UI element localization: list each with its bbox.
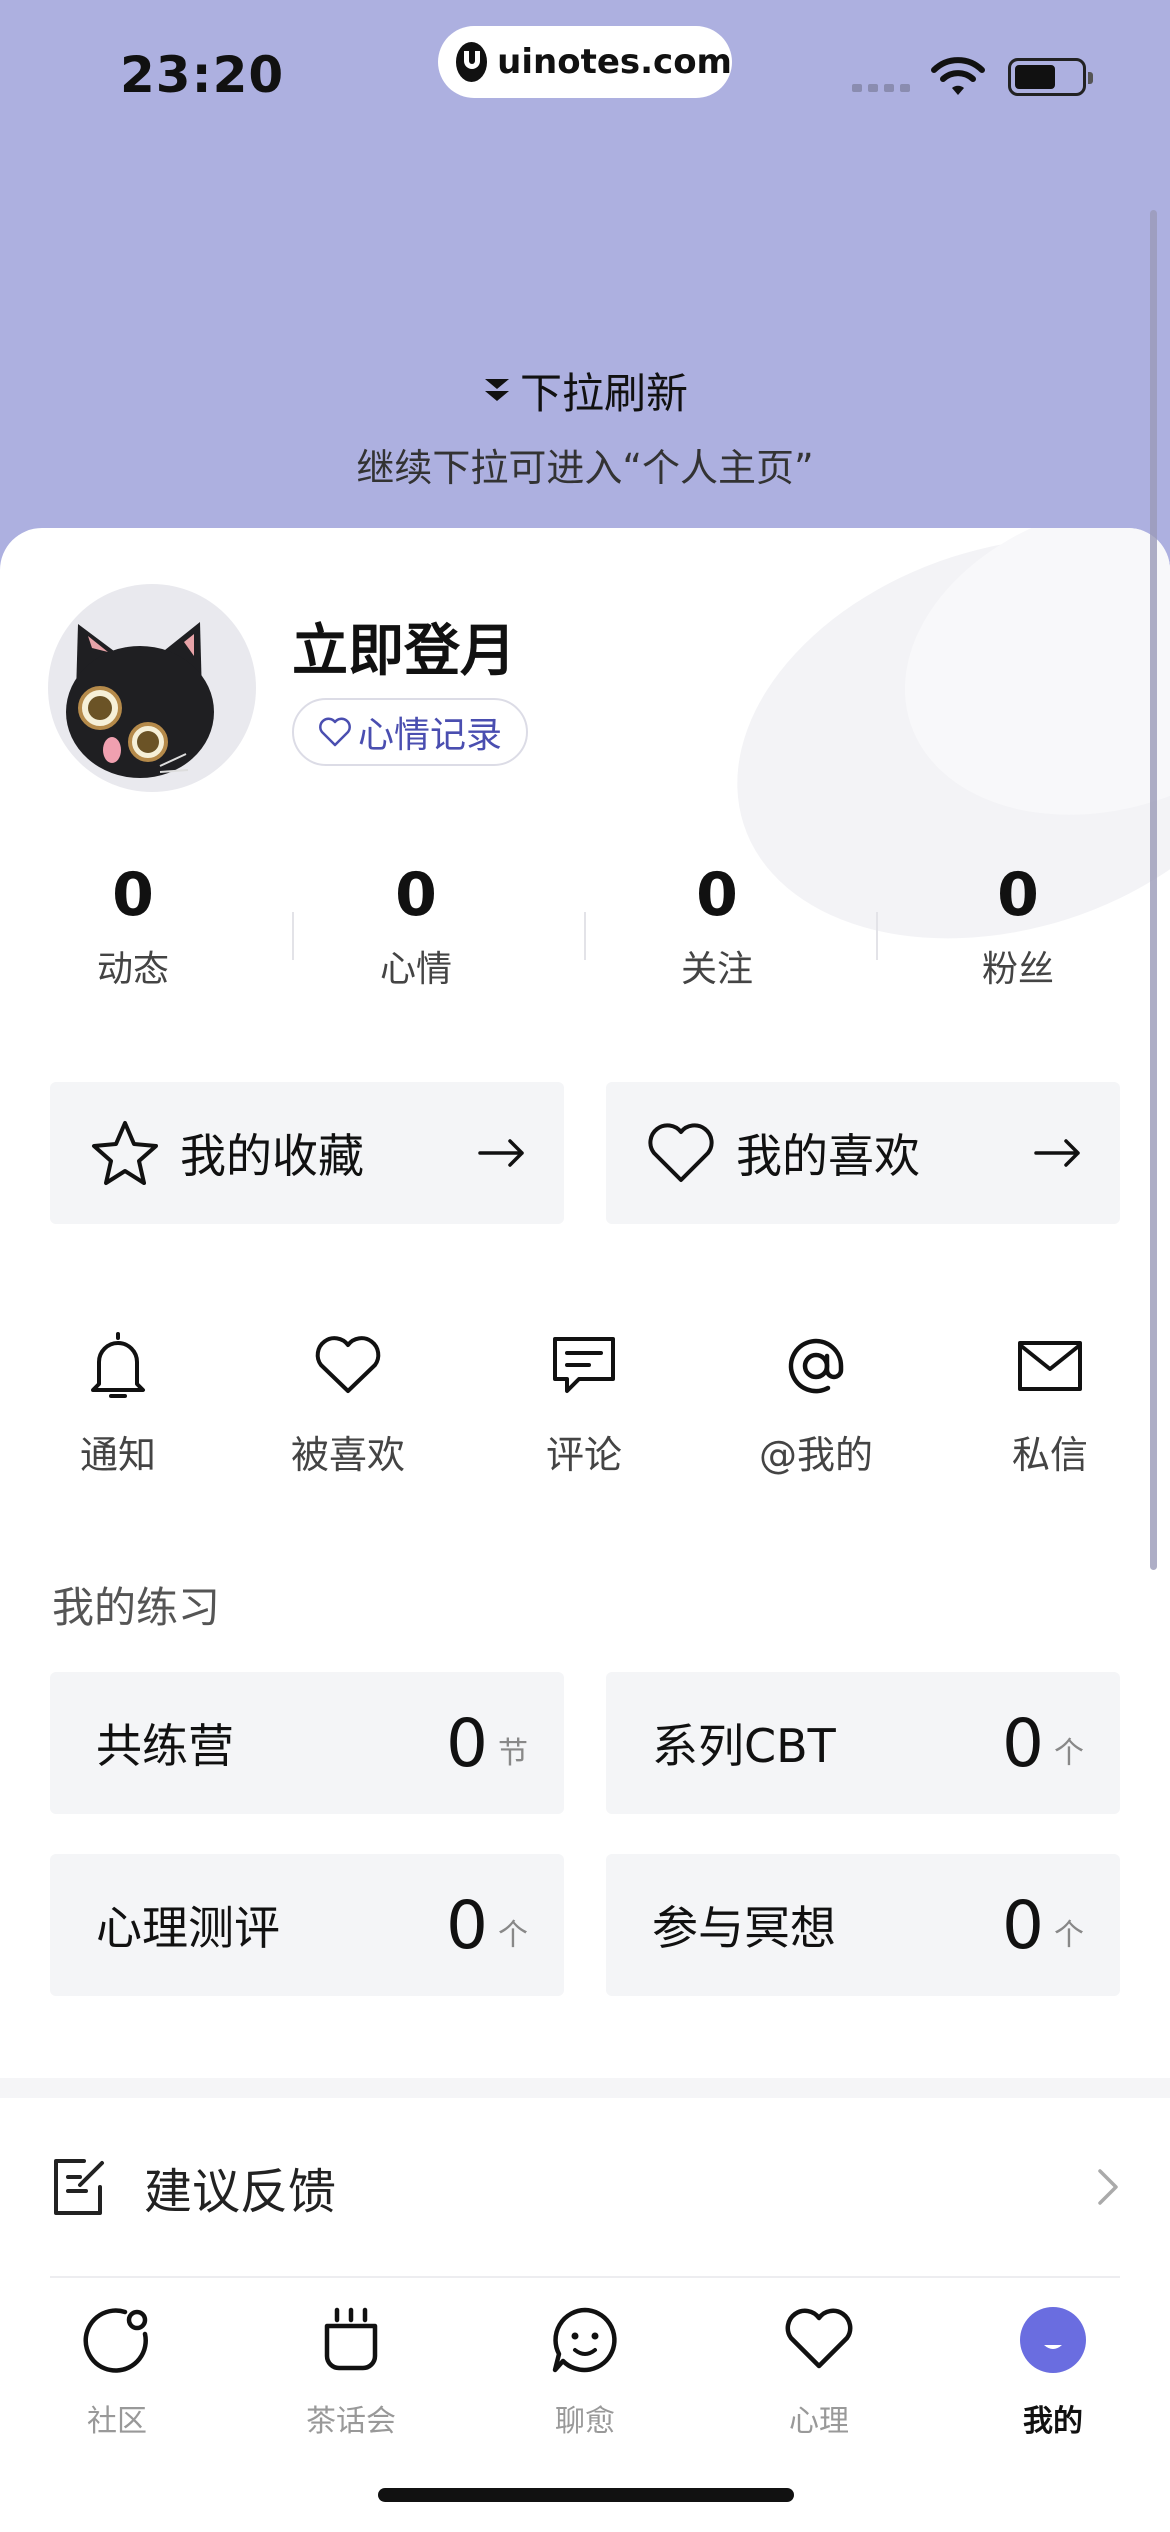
quick-liked[interactable]: 被喜欢 <box>268 1328 428 1479</box>
practice-label: 心理测评 <box>96 1901 280 1955</box>
mood-record-label: 心情记录 <box>357 715 502 756</box>
practice-camp[interactable]: 共练营 0 节 <box>50 1672 564 1814</box>
chevron-right-icon <box>1098 2169 1118 2205</box>
avatar[interactable] <box>48 584 256 792</box>
tab-label: 茶话会 <box>306 2404 396 2439</box>
bell-icon <box>91 1332 145 1398</box>
practice-label: 共练营 <box>96 1719 234 1773</box>
my-favorites-label: 我的收藏 <box>180 1129 364 1183</box>
username[interactable]: 立即登月 <box>292 606 516 687</box>
arrow-right-icon <box>478 1139 524 1167</box>
at-icon <box>788 1338 844 1394</box>
stat-value: 0 <box>112 860 154 930</box>
quick-action-label: 通知 <box>79 1433 156 1477</box>
feedback-row[interactable]: 建议反馈 <box>50 2098 1120 2278</box>
practice-cbt[interactable]: 系列CBT 0 个 <box>606 1672 1120 1814</box>
stat-value: 0 <box>997 860 1039 930</box>
mail-icon <box>1018 1341 1082 1391</box>
stat-value: 0 <box>395 860 437 930</box>
practice-section-title: 我的练习 <box>52 1583 221 1632</box>
star-icon <box>92 1121 158 1185</box>
quick-action-label: 被喜欢 <box>290 1433 405 1477</box>
pull-refresh-subtitle: 继续下拉可进入“个人主页” <box>356 446 814 490</box>
uinotes-logo-icon <box>456 42 488 82</box>
edit-note-icon <box>54 2159 104 2215</box>
stat-fans[interactable]: 0 粉丝 <box>868 860 1168 992</box>
home-indicator[interactable] <box>378 2488 794 2502</box>
quick-messages[interactable]: 私信 <box>970 1328 1130 1479</box>
practice-value: 0 <box>1002 1886 1044 1964</box>
pull-refresh-title: 下拉刷新 <box>519 369 688 418</box>
quick-notifications[interactable]: 通知 <box>38 1328 198 1479</box>
stat-label: 粉丝 <box>981 949 1054 990</box>
tab-label: 我的 <box>1023 2404 1083 2439</box>
practice-unit: 个 <box>498 1918 528 1953</box>
practice-meditation[interactable]: 参与冥想 0 个 <box>606 1854 1120 1996</box>
quick-action-label: @我的 <box>758 1433 873 1477</box>
practice-assessment[interactable]: 心理测评 0 个 <box>50 1854 564 1996</box>
tab-me[interactable]: 我的 <box>936 2280 1170 2532</box>
arrow-right-icon <box>1034 1139 1080 1167</box>
status-time: 23:20 <box>120 46 285 104</box>
signal-icon <box>852 84 910 92</box>
practice-unit: 节 <box>498 1736 528 1771</box>
section-separator <box>0 2078 1170 2098</box>
quick-action-label: 私信 <box>1011 1433 1088 1477</box>
divider <box>876 912 878 960</box>
practice-unit: 个 <box>1054 1918 1084 1953</box>
practice-value: 0 <box>1002 1704 1044 1782</box>
scrollbar[interactable] <box>1150 210 1157 1570</box>
stat-following[interactable]: 0 关注 <box>566 860 868 992</box>
tea-party-icon <box>324 2307 378 2371</box>
battery-icon <box>1008 58 1093 96</box>
feedback-label: 建议反馈 <box>144 2164 337 2220</box>
my-favorites-button[interactable]: 我的收藏 <box>50 1082 564 1224</box>
profile-icon <box>1020 2307 1086 2373</box>
pull-refresh-hint: 下拉刷新 继续下拉可进入“个人主页” <box>0 360 1170 492</box>
practice-value: 0 <box>446 1704 488 1782</box>
heart-icon <box>648 1123 714 1182</box>
practice-label: 系列CBT <box>652 1719 836 1773</box>
stat-label: 关注 <box>680 949 753 990</box>
double-arrow-down-icon <box>484 378 509 401</box>
chat-heal-icon <box>552 2307 617 2373</box>
divider <box>584 912 586 960</box>
stat-value: 0 <box>696 860 738 930</box>
stat-label: 心情 <box>379 949 452 990</box>
quick-comments[interactable]: 评论 <box>504 1328 664 1479</box>
practice-value: 0 <box>446 1886 488 1964</box>
tab-label: 聊愈 <box>555 2404 615 2439</box>
my-likes-label: 我的喜欢 <box>736 1129 920 1183</box>
stat-moods[interactable]: 0 心情 <box>266 860 566 992</box>
quick-action-label: 评论 <box>545 1433 622 1477</box>
practice-label: 参与冥想 <box>652 1901 836 1955</box>
community-icon <box>83 2308 148 2373</box>
heart-outline-icon <box>319 717 351 747</box>
my-likes-button[interactable]: 我的喜欢 <box>606 1082 1120 1224</box>
divider <box>292 912 294 960</box>
url-badge: uinotes.com <box>438 26 732 98</box>
stat-label: 动态 <box>96 949 169 990</box>
quick-mentions[interactable]: @我的 <box>736 1328 896 1479</box>
tab-label: 社区 <box>87 2404 147 2439</box>
wifi-icon <box>931 57 985 95</box>
tab-label: 心理 <box>789 2404 849 2439</box>
tab-community[interactable]: 社区 <box>0 2280 234 2532</box>
psychology-heart-icon <box>785 2308 853 2369</box>
heart-icon <box>315 1336 381 1393</box>
stat-posts[interactable]: 0 动态 <box>0 860 266 992</box>
comment-icon <box>553 1337 615 1393</box>
cat-avatar-icon <box>66 622 214 778</box>
mood-record-button[interactable]: 心情记录 <box>292 698 528 766</box>
url-text: uinotes.com <box>497 42 732 82</box>
practice-unit: 个 <box>1054 1736 1084 1771</box>
